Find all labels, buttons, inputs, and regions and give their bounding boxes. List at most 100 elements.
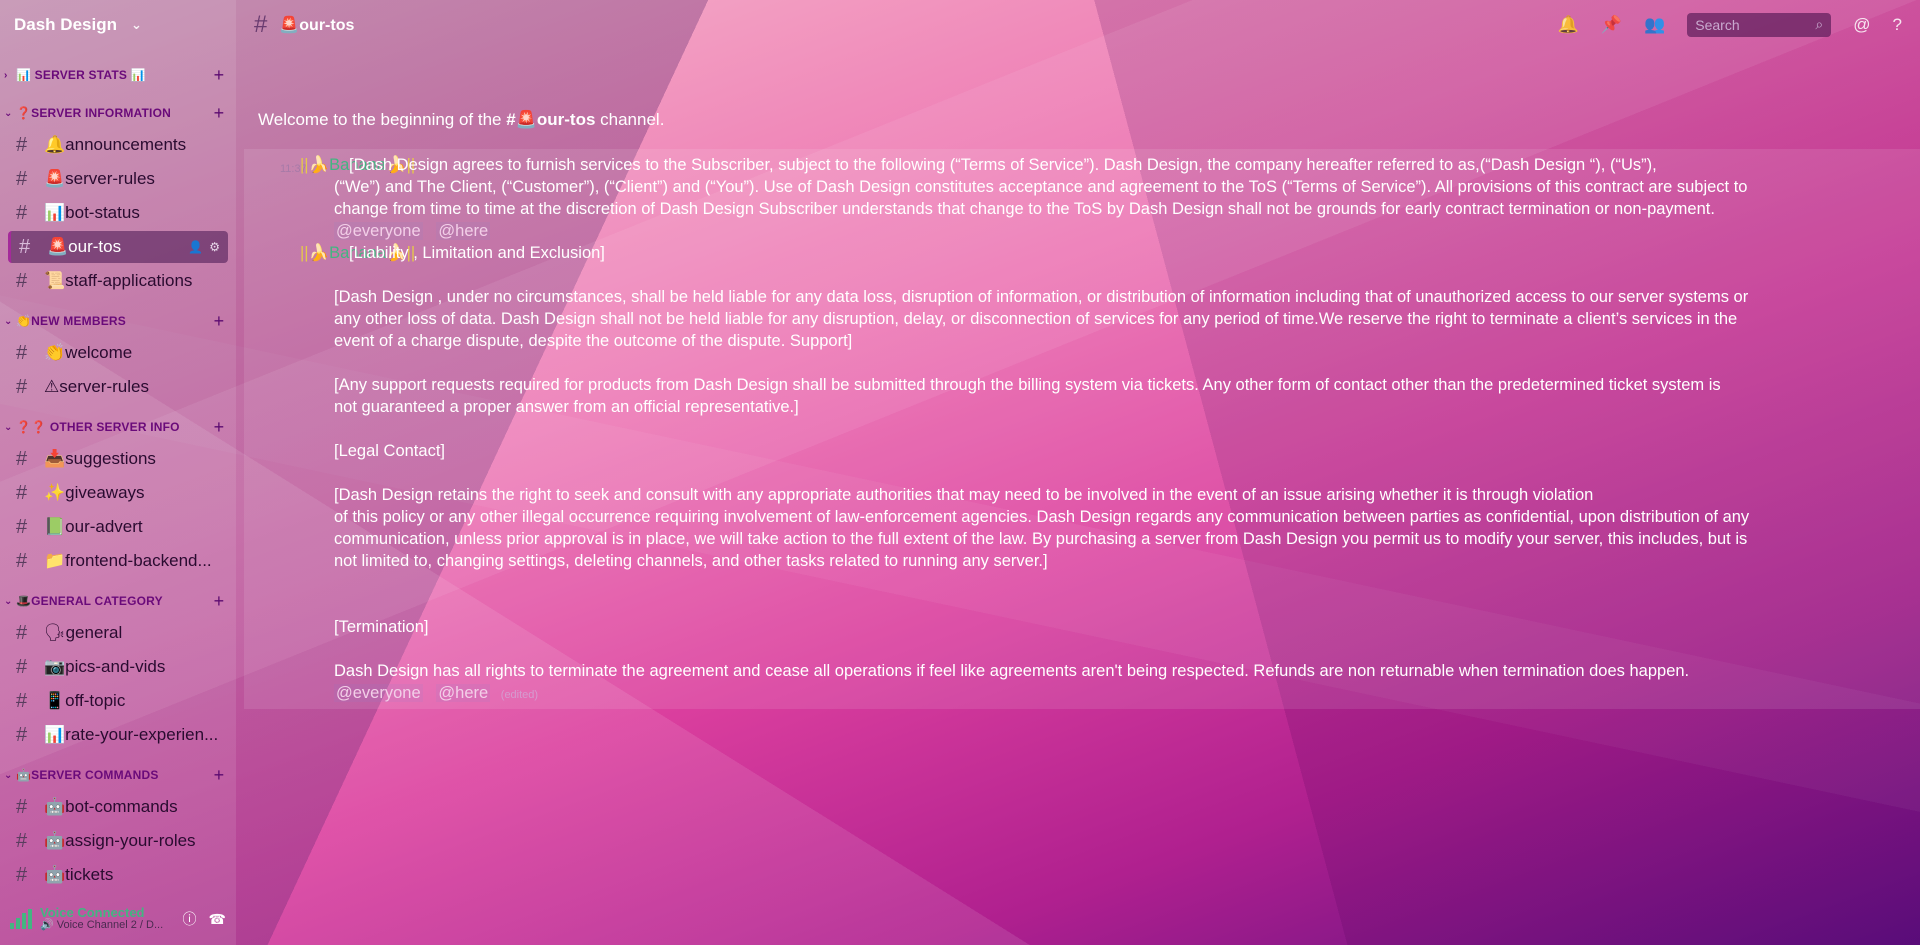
channel-item[interactable]: # 📥suggestions	[8, 443, 228, 475]
channel-item[interactable]: # 🤖assign-your-roles	[8, 825, 228, 857]
channel-label: 🤖tickets	[44, 865, 114, 884]
search-icon: ⌕	[1815, 16, 1824, 32]
channel-label: 📊rate-your-experien...	[44, 725, 219, 744]
category-header[interactable]: ⌄ 🤖SERVER COMMANDS +	[0, 761, 236, 789]
channel-item[interactable]: # 📱off-topic	[8, 685, 228, 717]
signal-icon	[10, 909, 32, 929]
channel-item[interactable]: # 📊rate-your-experien...	[8, 719, 228, 751]
message-line: not guaranteed a proper answer from an o…	[334, 398, 799, 416]
channel-label: 📱off-topic	[44, 691, 126, 710]
channel-label: 📁frontend-backend...	[44, 551, 212, 570]
category-label: 👏NEW MEMBERS	[16, 314, 127, 328]
channel-item[interactable]: # 👏welcome	[8, 337, 228, 369]
channel-label: ✨giveaways	[44, 483, 145, 502]
chevron-down-icon: ⌄	[4, 769, 13, 781]
voice-status-panel: Voice Connected 🔊 Voice Channel 2 / D...…	[0, 893, 236, 945]
category-header[interactable]: ⌄ 👏NEW MEMBERS +	[0, 307, 236, 335]
chevron-down-icon: ⌄	[4, 107, 13, 119]
hash-icon: #	[16, 689, 28, 712]
channel-label: 🚨server-rules	[44, 169, 155, 188]
hash-icon: #	[16, 795, 28, 818]
server-header[interactable]: Dash Design ⌄	[0, 0, 236, 49]
chevron-down-icon: ⌄	[4, 421, 13, 433]
hash-icon: #	[16, 201, 28, 224]
category-label: 🤖SERVER COMMANDS	[16, 768, 159, 782]
server-name: Dash Design	[14, 14, 117, 34]
channel-item[interactable]: # 🤖tickets	[8, 859, 228, 891]
chevron-down-icon: ⌄	[4, 315, 13, 327]
mention-everyone[interactable]: @everyone	[334, 684, 423, 702]
mention-icon[interactable]: @	[1853, 15, 1870, 35]
hash-icon: #	[16, 621, 28, 644]
message-line: [Dash Design , under no circumstances, s…	[334, 288, 1749, 306]
add-channel-icon[interactable]: +	[210, 417, 228, 438]
channel-label: 📗our-advert	[44, 517, 143, 536]
chevron-down-icon: ⌄	[4, 595, 13, 607]
channel-item[interactable]: # 📷pics-and-vids	[8, 651, 228, 683]
channel-label: 📥suggestions	[44, 449, 156, 468]
channel-item[interactable]: # 📁frontend-backend...	[8, 545, 228, 577]
add-channel-icon[interactable]: +	[210, 65, 228, 86]
search-input[interactable]: Search ⌕	[1687, 12, 1832, 37]
add-channel-icon[interactable]: +	[210, 311, 228, 332]
message-line: of this policy or any other illegal occu…	[334, 508, 1750, 526]
message-line: any other loss of data. Dash Design shal…	[334, 310, 1738, 328]
edited-label: (edited)	[500, 689, 539, 701]
message-line: [Any support requests required for produ…	[334, 376, 1721, 394]
channel-item[interactable]: # 📊bot-status	[8, 197, 228, 229]
mention-here[interactable]: @here	[436, 222, 491, 240]
hash-icon: #	[16, 549, 28, 572]
channel-welcome: Welcome to the beginning of the #🚨our-to…	[258, 110, 664, 130]
channel-item[interactable]: # 🚨server-rules	[8, 163, 228, 195]
hash-icon: #	[16, 269, 28, 292]
welcome-suffix: channel.	[595, 110, 665, 129]
channel-item[interactable]: # 🤖bot-commands	[8, 791, 228, 823]
category-label: ❓SERVER INFORMATION	[16, 106, 171, 120]
channel-label: 🔔announcements	[44, 135, 187, 154]
add-channel-icon[interactable]: +	[210, 103, 228, 124]
hash-icon: #	[16, 447, 28, 470]
channel-item[interactable]: # ⚠server-rules	[8, 371, 228, 403]
gear-icon[interactable]: ⚙	[209, 240, 220, 254]
channel-item[interactable]: # 🔔announcements	[8, 129, 228, 161]
mention-here[interactable]: @here	[436, 684, 491, 702]
welcome-prefix: Welcome to the beginning of the	[258, 110, 507, 129]
help-icon[interactable]: ?	[1893, 15, 1902, 35]
channel-item[interactable]: # 📜staff-applications	[8, 265, 228, 297]
message-area: Welcome to the beginning of the #🚨our-to…	[236, 49, 1920, 945]
hash-icon: #	[16, 515, 28, 538]
channel-label: 🤖bot-commands	[44, 797, 178, 816]
mention-everyone[interactable]: @everyone	[334, 222, 423, 240]
add-channel-icon[interactable]: +	[210, 591, 228, 612]
channel-item[interactable]: # 🗣general	[8, 617, 228, 649]
hash-icon: #	[16, 829, 28, 852]
message-line: [Termination]	[334, 618, 429, 636]
channel-item[interactable]: # 🚨our-tos 👤 ⚙	[8, 231, 228, 263]
add-channel-icon[interactable]: +	[210, 765, 228, 786]
bell-icon[interactable]: 🔔	[1558, 15, 1579, 35]
chevron-right-icon: ›	[4, 69, 8, 81]
channel-header: # 🚨our-tos 🔔 📌 👥 Search ⌕ @ ?	[236, 0, 1920, 49]
invite-icon[interactable]: 👤	[188, 240, 203, 254]
channel-list: › 📊 SERVER STATS 📊 + ⌄ ❓SERVER INFORMATION + #…	[0, 49, 236, 891]
channel-label: 📜staff-applications	[44, 271, 193, 290]
channel-title: 🚨our-tos	[279, 16, 355, 34]
info-icon[interactable]: ⓘ	[183, 909, 197, 929]
channel-tools: 👤 ⚙	[188, 240, 220, 254]
pin-icon[interactable]: 📌	[1601, 15, 1622, 35]
channel-item[interactable]: # ✨giveaways	[8, 477, 228, 509]
category-header[interactable]: › 📊 SERVER STATS 📊 +	[0, 61, 236, 89]
message-line: not limited to, changing settings, delet…	[334, 552, 1048, 570]
channel-item[interactable]: # 📗our-advert	[8, 511, 228, 543]
members-icon[interactable]: 👥	[1644, 15, 1665, 35]
channel-label: 📊bot-status	[44, 203, 140, 222]
category-header[interactable]: ⌄ ❓❓ OTHER SERVER INFO +	[0, 413, 236, 441]
hash-icon: #	[16, 481, 28, 504]
category-header[interactable]: ⌄ 🎩GENERAL CATEGORY +	[0, 587, 236, 615]
category-header[interactable]: ⌄ ❓SERVER INFORMATION +	[0, 99, 236, 127]
hash-icon: #	[16, 341, 28, 364]
search-placeholder: Search	[1695, 16, 1740, 33]
disconnect-icon[interactable]: ☎	[209, 911, 226, 928]
message-line: Dash Design has all rights to terminate …	[334, 662, 1690, 680]
hash-icon: #	[19, 235, 31, 258]
